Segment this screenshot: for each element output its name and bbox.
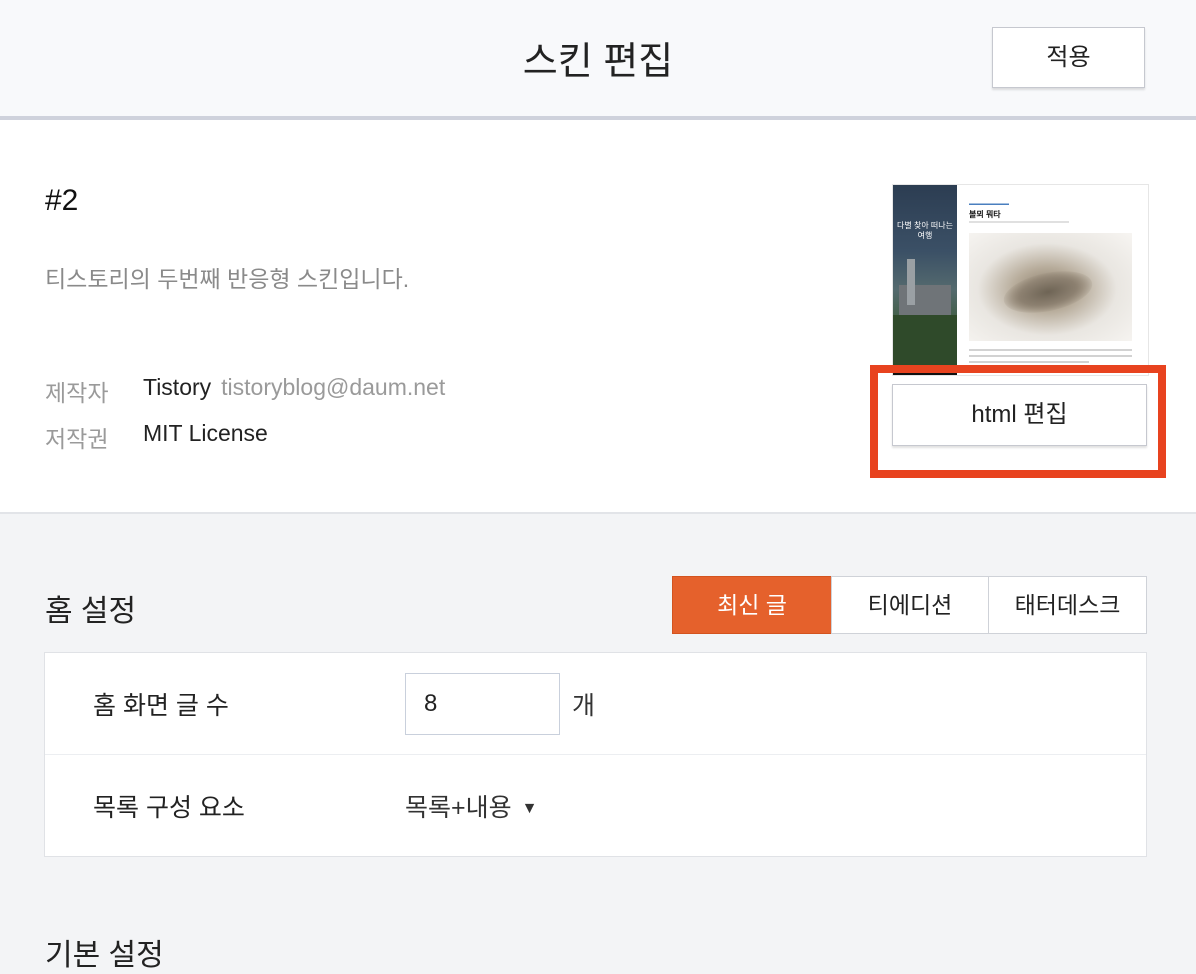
html-edit-button[interactable]: html 편집: [892, 384, 1147, 446]
skin-name: #2: [45, 184, 79, 217]
list-components-value: 목록+내용: [405, 794, 512, 822]
preview-text-line: [969, 349, 1132, 351]
maker-name: Tistory: [143, 374, 212, 400]
maker-label: 제작자: [45, 380, 109, 406]
license-label: 저작권: [45, 426, 109, 452]
home-settings-panel: 홈 화면 글 수 개 목록 구성 요소 목록+내용 ▼: [44, 652, 1147, 857]
tab-latest-posts[interactable]: 최신 글: [672, 576, 832, 634]
list-components-label: 목록 구성 요소: [93, 794, 245, 822]
maker-value: Tistory tistoryblog@daum.net: [143, 374, 445, 401]
settings-row-post-count: 홈 화면 글 수 개: [45, 653, 1146, 755]
apply-button[interactable]: 적용: [992, 27, 1145, 88]
preview-category: ▬▬▬▬▬▬▬▬: [969, 201, 1009, 207]
top-header: 스킨 편집 적용: [0, 0, 1196, 120]
list-components-select[interactable]: 목록+내용 ▼: [405, 788, 537, 824]
settings-row-list-components: 목록 구성 요소 목록+내용 ▼: [45, 755, 1146, 856]
maker-email: tistoryblog@daum.net: [221, 374, 446, 400]
preview-sidebar-text: 다별 찾아 떠나는 여행: [897, 221, 953, 240]
preview-text-line: [969, 361, 1089, 363]
basic-settings-title: 기본 설정: [45, 939, 164, 972]
preview-bar: [893, 372, 957, 375]
preview-meta-line: [969, 221, 1069, 223]
skin-preview-thumbnail: 다별 찾아 떠나는 여행 ▬▬▬▬▬▬▬▬ 볼뫼 뭐타: [892, 184, 1149, 376]
skin-info-panel: #2 티스토리의 두번째 반응형 스킨입니다. 제작자 Tistory tisto…: [0, 120, 1196, 514]
license-value: MIT License: [143, 420, 268, 446]
home-settings-title: 홈 설정: [45, 595, 137, 628]
chevron-down-icon: ▼: [521, 800, 538, 817]
preview-text-line: [969, 355, 1132, 357]
home-type-tabs: 최신 글 티에디션 태터데스크: [672, 576, 1147, 634]
preview-post-title: 볼뫼 뭐타: [969, 210, 1001, 219]
post-count-input[interactable]: [405, 673, 560, 735]
tab-tatter-desk[interactable]: 태터데스크: [988, 576, 1147, 634]
skin-description: 티스토리의 두번째 반응형 스킨입니다.: [45, 266, 410, 292]
post-count-unit: 개: [572, 692, 596, 720]
post-count-label: 홈 화면 글 수: [93, 692, 229, 720]
tab-t-edition[interactable]: 티에디션: [831, 576, 989, 634]
preview-tower: [907, 259, 915, 305]
preview-trees: [893, 315, 957, 375]
